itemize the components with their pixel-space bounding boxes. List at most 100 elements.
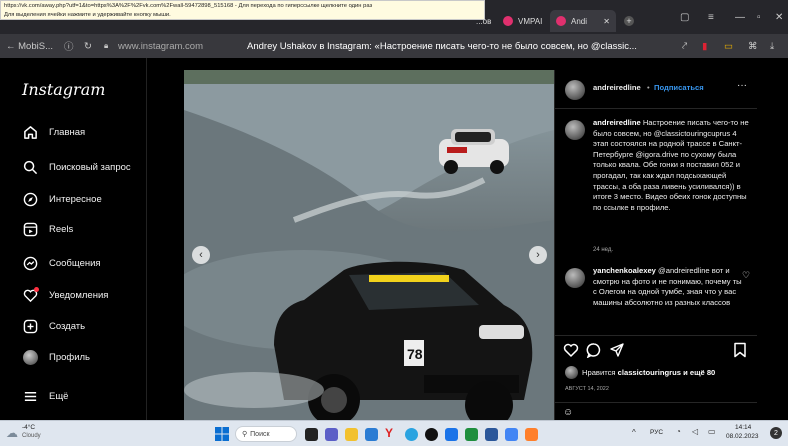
- minimize-icon[interactable]: —: [735, 12, 745, 23]
- avatar[interactable]: [565, 366, 578, 379]
- word-icon[interactable]: [485, 428, 498, 441]
- maximize-icon[interactable]: ▫: [757, 12, 761, 23]
- instagram-page: Instagram Главная Поисковый запрос Интер…: [0, 58, 788, 422]
- info-icon[interactable]: ⓘ: [64, 39, 74, 53]
- app-icon[interactable]: [445, 428, 458, 441]
- tiktok-icon[interactable]: [425, 428, 438, 441]
- race-photo-illustration: 78: [184, 70, 554, 422]
- avatar[interactable]: [565, 268, 585, 288]
- chevron-up-icon[interactable]: ^: [632, 428, 636, 437]
- likes-suffix[interactable]: и ещё 80: [683, 368, 715, 377]
- nav-label: Профиль: [49, 351, 91, 363]
- nav-label: Главная: [49, 126, 86, 138]
- reload-icon[interactable]: ↻: [84, 41, 92, 52]
- wifi-icon[interactable]: ◔: [676, 427, 681, 436]
- nav-explore[interactable]: Интересное: [22, 187, 102, 211]
- like-comment-icon[interactable]: ♡: [742, 270, 750, 281]
- nav-label: Создать: [49, 320, 86, 332]
- nav-notifications[interactable]: Уведомления: [22, 283, 108, 307]
- next-photo-button[interactable]: ›: [529, 246, 547, 264]
- likes-user[interactable]: classictouringrus: [618, 368, 681, 377]
- divider: [555, 402, 757, 403]
- emoji-icon[interactable]: ☺: [563, 407, 573, 419]
- battery-icon[interactable]: ▭: [708, 427, 716, 436]
- cloud-icon: ☁: [6, 426, 18, 440]
- nav-label: Ещё: [49, 390, 69, 402]
- avatar[interactable]: [565, 80, 585, 100]
- share-icon[interactable]: ⤤: [682, 41, 687, 52]
- menu-icon: [22, 388, 38, 404]
- nav-label: Интересное: [49, 193, 102, 205]
- outlook-icon[interactable]: [365, 428, 378, 441]
- close-window-icon[interactable]: ✕: [775, 12, 783, 23]
- language-indicator[interactable]: РУС: [650, 429, 663, 436]
- volume-icon[interactable]: ◁: [692, 427, 698, 436]
- nav-home[interactable]: Главная: [22, 120, 85, 144]
- likes-line: Нравится classictouringrus и ещё 80: [582, 368, 752, 379]
- browser-tab[interactable]: VMPAI: [497, 10, 548, 32]
- post-date: АВГУСТ 14, 2022: [565, 386, 609, 392]
- new-tab-button[interactable]: +: [618, 10, 640, 32]
- nav-profile[interactable]: Профиль: [22, 345, 90, 369]
- search-icon: [22, 159, 38, 175]
- like-icon[interactable]: [563, 342, 579, 358]
- telegram-icon[interactable]: [405, 428, 418, 441]
- tabs-overview-icon[interactable]: ▢: [680, 12, 689, 23]
- comment-icon[interactable]: [586, 342, 602, 358]
- bookmark-icon[interactable]: ▮: [702, 41, 707, 52]
- yandex-browser-icon[interactable]: Y: [385, 426, 398, 440]
- post-photo[interactable]: 78 ‹ ›: [184, 70, 554, 422]
- chat-icon[interactable]: [325, 428, 338, 441]
- clock-date[interactable]: 08.02.2023: [726, 433, 759, 440]
- notification-badge[interactable]: 2: [770, 427, 782, 439]
- reels-icon: [22, 221, 38, 237]
- prev-photo-button[interactable]: ‹: [192, 246, 210, 264]
- browser-icon[interactable]: [525, 428, 538, 441]
- search-placeholder: Поиск: [250, 430, 270, 438]
- search-icon: ⚲: [242, 431, 248, 438]
- taskbar-search[interactable]: ⚲ Поиск: [235, 426, 297, 442]
- follow-button[interactable]: Подписаться: [654, 83, 704, 94]
- bookmark-icon[interactable]: [733, 342, 747, 358]
- task-view-icon[interactable]: [305, 428, 318, 441]
- browser-tab-active[interactable]: Andi ✕: [550, 10, 616, 32]
- file-explorer-icon[interactable]: [345, 428, 358, 441]
- link-tooltip: https://vk.com/away.php?utf=1&to=https%3…: [0, 0, 485, 20]
- url-field[interactable]: www.instagram.com: [118, 41, 203, 52]
- more-options-icon[interactable]: ···: [737, 80, 747, 92]
- nav-label: Reels: [49, 223, 74, 235]
- app-icon[interactable]: [505, 428, 518, 441]
- address-bar: ← MobiS... ⓘ ↻ 🔒︎ www.instagram.com Andr…: [0, 34, 788, 58]
- separator: •: [647, 83, 650, 92]
- avatar[interactable]: [565, 120, 585, 140]
- home-icon: [22, 124, 38, 140]
- instagram-logo[interactable]: Instagram: [22, 80, 105, 99]
- tab-label: VMPAI: [518, 16, 543, 26]
- explore-icon: [22, 191, 38, 207]
- nav-messages[interactable]: Сообщения: [22, 251, 101, 275]
- share-icon[interactable]: [609, 342, 625, 358]
- clock-time[interactable]: 14:14: [735, 424, 751, 431]
- back-button[interactable]: ← MobiS...: [6, 41, 53, 52]
- tooltip-line: https://vk.com/away.php?utf=1&to=https%3…: [4, 3, 373, 9]
- download-icon[interactable]: ⤓: [770, 41, 774, 52]
- nav-label: Поисковый запрос: [49, 161, 131, 173]
- profile-icon: [22, 349, 38, 365]
- excel-icon[interactable]: [465, 428, 478, 441]
- caption-author[interactable]: andreiredline: [593, 118, 641, 127]
- create-icon: [22, 318, 38, 334]
- menu-icon[interactable]: ≡: [708, 12, 714, 23]
- temperature[interactable]: -4°C: [22, 424, 35, 431]
- close-tab-icon[interactable]: ✕: [603, 17, 610, 26]
- collections-icon[interactable]: ⌘: [748, 41, 758, 52]
- messenger-icon: [22, 255, 38, 271]
- windows-start-icon[interactable]: [215, 427, 229, 441]
- post-author[interactable]: andreiredline: [593, 83, 641, 94]
- nav-create[interactable]: Создать: [22, 314, 85, 338]
- nav-search[interactable]: Поисковый запрос: [22, 155, 131, 179]
- nav-more[interactable]: Ещё: [22, 384, 68, 408]
- tab-favicon-icon: [556, 16, 566, 26]
- tab-favicon-icon: [503, 16, 513, 26]
- comment-author[interactable]: yanchenkoalexey: [593, 266, 656, 275]
- nav-reels[interactable]: Reels: [22, 217, 73, 241]
